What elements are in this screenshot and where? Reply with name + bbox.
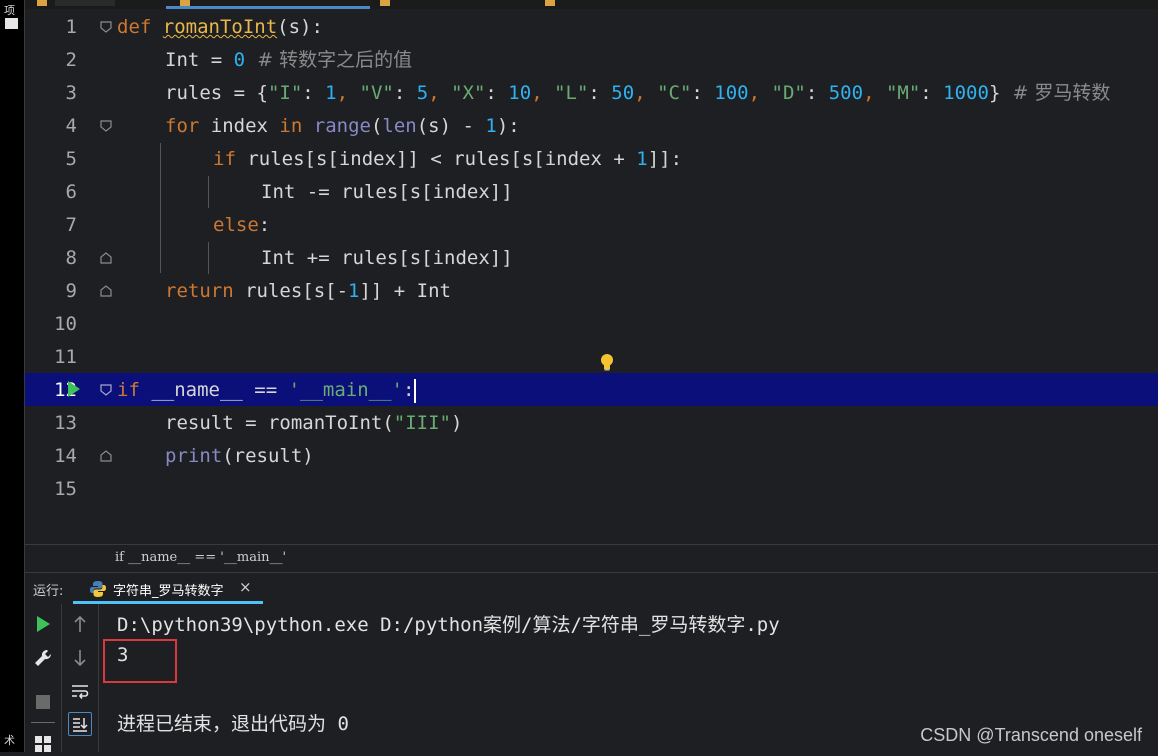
console-command-line: D:\python39\python.exe D:/python案例/算法/字符… (117, 614, 780, 636)
code-line-13: result = romanToInt("III") (165, 412, 463, 434)
run-gutter-icon[interactable] (67, 380, 81, 398)
line-number: 4 (65, 115, 77, 137)
layout-button[interactable] (31, 732, 55, 756)
line-number: 8 (65, 247, 77, 269)
console-exit-line: 进程已结束，退出代码为 0 (117, 713, 349, 735)
scroll-up-button[interactable] (68, 612, 92, 636)
fold-icon[interactable] (99, 119, 113, 133)
scroll-down-button[interactable] (68, 646, 92, 670)
line-number: 1 (65, 16, 77, 38)
code-line-9: return rules[s[-1]] + Int (165, 280, 451, 302)
fold-end-icon[interactable] (99, 251, 113, 265)
wrench-icon (35, 649, 52, 666)
scroll-to-end-button[interactable] (68, 712, 92, 736)
line-number: 2 (65, 49, 77, 71)
code-line-6: Int -= rules[s[index]] (261, 181, 513, 203)
soft-wrap-icon (72, 685, 89, 699)
editor-tab[interactable] (55, 0, 115, 6)
divider (31, 722, 55, 723)
file-tab-icon (380, 0, 390, 6)
project-strip-label[interactable]: 项 (4, 2, 15, 18)
code-line-3: rules = {"I": 1, "V": 5, "X": 10, "L": 5… (165, 82, 1111, 104)
line-number: 6 (65, 181, 77, 203)
indent-guide (208, 242, 209, 274)
fold-icon[interactable] (99, 383, 113, 397)
line-number: 11 (54, 346, 77, 368)
code-line-14: print(result) (165, 445, 314, 467)
code-line-4: for index in range(len(s) - 1): (165, 115, 520, 137)
scroll-to-end-icon (73, 718, 88, 732)
rerun-button[interactable] (31, 612, 55, 636)
structure-strip-label[interactable]: 术 (4, 732, 15, 748)
run-toolbar-primary (25, 604, 62, 752)
line-number: 3 (65, 82, 77, 104)
layout-icon (35, 736, 51, 752)
breadcrumb[interactable]: if __name__ == '__main__' (115, 550, 286, 565)
run-label: 运行: (33, 584, 64, 599)
file-tab-icon (545, 0, 555, 6)
line-number: 9 (65, 280, 77, 302)
run-tab[interactable]: 字符串_罗马转数字 × (73, 573, 263, 605)
result-highlight-box (103, 639, 177, 683)
fold-icon[interactable] (99, 20, 113, 34)
indent-guide (208, 176, 209, 208)
run-toolbar-secondary (62, 604, 99, 752)
run-tool-window-header: 运行: 字符串_罗马转数字 × (25, 572, 1158, 605)
soft-wrap-button[interactable] (68, 680, 92, 704)
line-number: 10 (54, 313, 77, 335)
indent-guide (160, 143, 161, 273)
code-line-7: else: (213, 214, 271, 236)
code-line-12: if __name__ == '__main__': (117, 378, 417, 403)
play-icon (37, 616, 50, 632)
watermark: CSDN @Transcend oneself (920, 725, 1142, 745)
left-tool-strip: 项 术 (0, 0, 24, 752)
line-number: 5 (65, 148, 77, 170)
breadcrumb-bar: if __name__ == '__main__' (25, 544, 1158, 572)
run-tab-label: 字符串_罗马转数字 (113, 584, 224, 599)
line-number: 7 (65, 214, 77, 236)
close-icon[interactable]: × (239, 578, 252, 596)
lightbulb-icon[interactable] (600, 353, 614, 371)
stop-icon (36, 695, 50, 709)
code-line-8: Int += rules[s[index]] (261, 247, 513, 269)
arrow-down-icon (74, 650, 86, 667)
arrow-up-icon (74, 615, 86, 632)
code-line-2: Int = 0 # 转数字之后的值 (165, 49, 413, 71)
settings-button[interactable] (31, 646, 55, 670)
fold-end-icon[interactable] (99, 449, 113, 463)
line-number: 14 (54, 445, 77, 467)
fold-end-icon[interactable] (99, 284, 113, 298)
line-number: 13 (54, 412, 77, 434)
console-output[interactable]: D:\python39\python.exe D:/python案例/算法/字符… (99, 604, 1158, 752)
file-tab-icon (37, 0, 47, 6)
line-number: 15 (54, 478, 77, 500)
code-editor[interactable]: 1 2 3 4 5 6 7 8 9 10 11 12 13 14 15 def … (25, 9, 1158, 544)
console-output-line: 3 (117, 644, 129, 666)
python-icon (90, 581, 106, 597)
stop-button[interactable] (31, 690, 55, 714)
code-line-5: if rules[s[index]] < rules[s[index + 1]]… (213, 148, 683, 170)
folder-icon[interactable] (5, 18, 18, 29)
text-caret (414, 378, 417, 403)
code-line-1: def romanToInt(s): (117, 16, 323, 38)
